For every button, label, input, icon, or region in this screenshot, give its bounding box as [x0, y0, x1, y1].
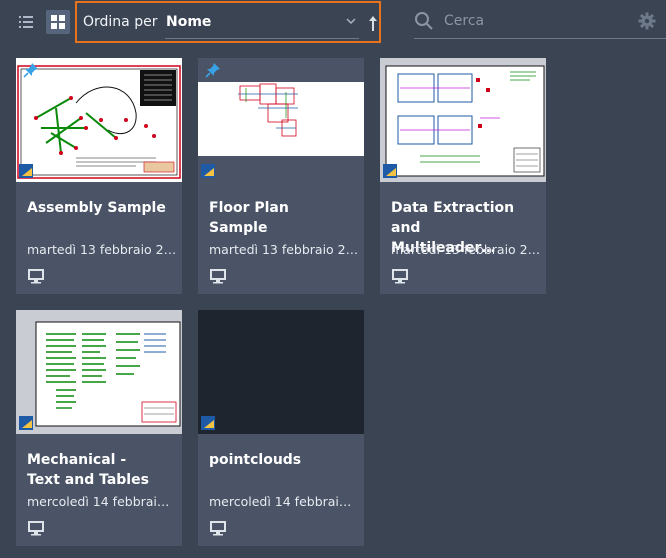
file-card[interactable]: pointclouds mercoledì 14 febbraio 2024: [198, 310, 364, 546]
file-date: martedì 13 febbraio 2024: [391, 242, 541, 257]
search-box: [414, 5, 666, 39]
computer-icon: [210, 269, 226, 284]
list-view-icon: [19, 16, 33, 28]
drawing-thumbnail: [16, 58, 182, 182]
search-icon: [415, 12, 433, 30]
grid-view-button[interactable]: [46, 10, 70, 34]
search-input[interactable]: [444, 9, 624, 33]
file-title: Assembly Sample: [27, 200, 166, 216]
file-title: pointclouds: [209, 452, 302, 468]
drawing-thumbnail: [380, 58, 546, 182]
sort-ascending-icon[interactable]: [366, 14, 380, 32]
gear-icon[interactable]: [638, 12, 656, 30]
drawing-thumbnail: [198, 310, 364, 434]
computer-icon: [28, 269, 44, 284]
sort-control: Ordina per Nome: [75, 1, 381, 43]
dwg-file-icon: [201, 164, 215, 178]
file-title: Floor Plan Sample: [209, 200, 289, 236]
dwg-file-icon: [19, 416, 33, 430]
drawing-thumbnail: [198, 58, 364, 182]
dwg-file-icon: [383, 164, 397, 178]
sort-label: Ordina per: [83, 14, 158, 30]
pin-icon[interactable]: [23, 62, 39, 78]
computer-icon: [210, 521, 226, 536]
grid-view-icon: [51, 15, 65, 29]
dwg-file-icon: [201, 416, 215, 430]
file-card[interactable]: Assembly Sample martedì 13 febbraio 2024: [16, 58, 182, 294]
pin-icon[interactable]: [205, 62, 221, 78]
sort-dropdown[interactable]: Nome: [165, 9, 359, 39]
file-card[interactable]: Floor Plan Sample martedì 13 febbraio 20…: [198, 58, 364, 294]
file-card[interactable]: Mechanical - Text and Tables mercoledì 1…: [16, 310, 182, 546]
file-date: mercoledì 14 febbraio 2024: [209, 494, 359, 509]
file-date: martedì 13 febbraio 2024: [209, 242, 359, 257]
file-date: martedì 13 febbraio 2024: [27, 242, 177, 257]
sort-value: Nome: [166, 14, 212, 30]
computer-icon: [28, 521, 44, 536]
chevron-down-icon: [346, 18, 356, 24]
file-title: Mechanical - Text and Tables: [27, 452, 149, 488]
drawing-thumbnail: [16, 310, 182, 434]
list-view-button[interactable]: [14, 10, 38, 34]
file-card[interactable]: Data Extraction and Multileader… martedì…: [380, 58, 546, 294]
file-date: mercoledì 14 febbraio 2024: [27, 494, 177, 509]
dwg-file-icon: [19, 164, 33, 178]
computer-icon: [392, 269, 408, 284]
